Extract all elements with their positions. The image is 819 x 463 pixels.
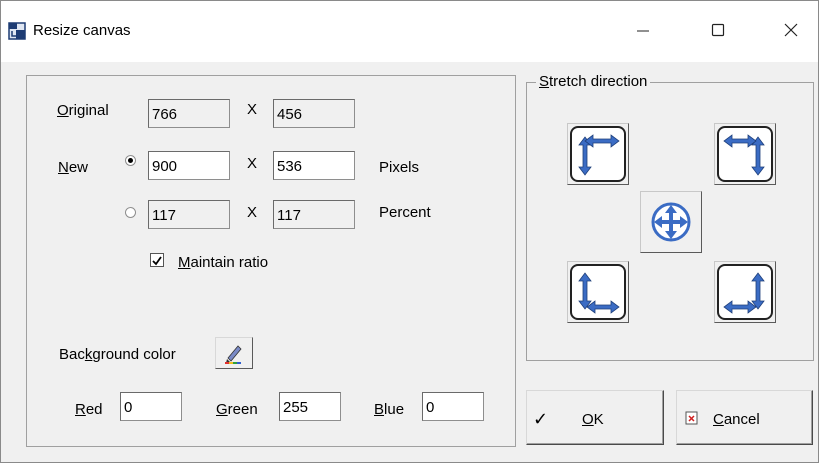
cancel-button[interactable]: Cancel (676, 390, 813, 445)
percent-radio[interactable] (125, 207, 136, 218)
close-button[interactable] (768, 10, 813, 50)
percent-width-field[interactable] (148, 200, 230, 229)
green-label: Green (216, 401, 258, 418)
original-label: Original (57, 102, 109, 119)
stretch-center-button[interactable] (640, 191, 702, 253)
maximize-icon (711, 23, 724, 37)
red-label: Red (75, 401, 103, 418)
checkmark-icon (152, 256, 162, 266)
original-width-field (148, 99, 230, 128)
percent-height-field (273, 200, 355, 229)
new-height-field[interactable] (273, 151, 355, 180)
blue-label: Blue (374, 401, 405, 418)
stretch-top-right-icon (723, 134, 765, 176)
x-separator: X (247, 204, 258, 221)
stretch-top-right-button[interactable] (714, 123, 776, 185)
stretch-bottom-left-icon (578, 272, 620, 314)
app-icon (8, 22, 26, 40)
window-title: Resize canvas (33, 22, 131, 39)
close-icon (784, 23, 797, 37)
stretch-direction-label: Stretch direction (536, 73, 651, 90)
stretch-top-left-icon (578, 134, 620, 176)
title-bar: Resize canvas (0, 0, 819, 62)
minimize-button[interactable] (620, 10, 665, 50)
green-field[interactable] (279, 392, 341, 421)
percent-label: Percent (379, 204, 431, 221)
stretch-top-left-button[interactable] (567, 123, 629, 185)
cancel-icon (685, 411, 698, 425)
ok-label: OK (582, 411, 604, 428)
minimize-icon (636, 30, 649, 32)
pixels-radio[interactable] (125, 155, 136, 166)
original-height-field (273, 99, 355, 128)
maintain-ratio-checkbox[interactable] (150, 253, 164, 267)
pixels-label: Pixels (379, 159, 420, 176)
new-width-field[interactable] (148, 151, 230, 180)
red-field[interactable] (120, 392, 182, 421)
maximize-button[interactable] (695, 10, 740, 50)
ok-button[interactable]: ✓ OK (526, 390, 664, 445)
stretch-bottom-right-icon (723, 272, 765, 314)
stretch-bottom-right-button[interactable] (714, 261, 776, 323)
new-label: New (58, 159, 89, 176)
x-separator: X (247, 155, 258, 172)
stretch-bottom-left-button[interactable] (567, 261, 629, 323)
background-color-label: Background color (59, 346, 176, 363)
color-picker-icon (225, 345, 242, 364)
cancel-label: Cancel (713, 411, 760, 428)
background-color-button[interactable] (215, 337, 253, 369)
checkmark-icon: ✓ (533, 409, 549, 429)
x-separator: X (247, 101, 258, 118)
maintain-ratio-label: Maintain ratio (178, 254, 269, 271)
blue-field[interactable] (422, 392, 484, 421)
stretch-center-icon (651, 202, 691, 242)
